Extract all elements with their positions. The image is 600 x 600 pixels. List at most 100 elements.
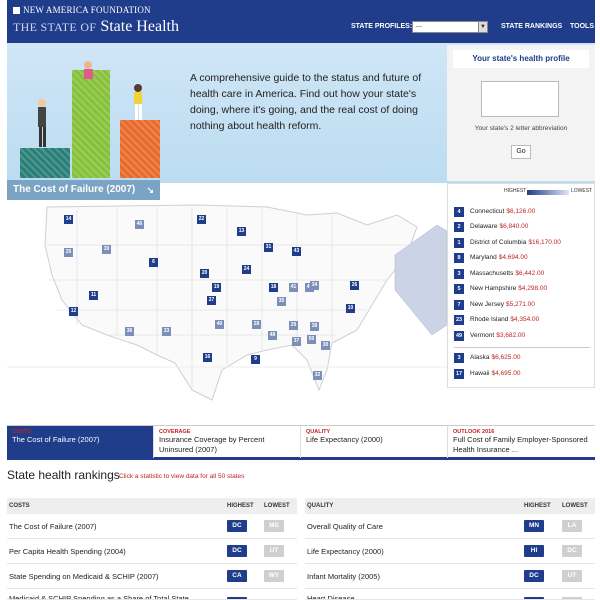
state-rank-badge[interactable]: 39	[102, 245, 111, 254]
legend-item[interactable]: 3 Alaska $6,625.00	[454, 352, 520, 364]
lowest-state-badge[interactable]: UT	[264, 545, 284, 557]
org-name: NEW AMERICA FOUNDATION	[23, 5, 151, 15]
state-rank-badge[interactable]: 31	[264, 243, 273, 252]
state-rank-badge[interactable]: 14	[64, 215, 73, 224]
legend-item[interactable]: 4 Connecticut $6,126.00	[454, 206, 535, 218]
state-rank-badge[interactable]: 12	[69, 307, 78, 316]
lowest-state-badge[interactable]: DC	[562, 545, 582, 557]
state-rank-badge[interactable]: 40	[215, 320, 224, 329]
state-rank-badge[interactable]: 18	[269, 283, 278, 292]
org-logo-icon	[13, 7, 20, 14]
nav-tools[interactable]: TOOLS	[570, 23, 594, 30]
legend-value: $6,840.00	[499, 223, 529, 230]
legend-item[interactable]: 49 Vermont $3,682.00	[454, 330, 525, 342]
legend-state: Alaska	[470, 354, 490, 361]
state-rank-badge[interactable]: 33	[162, 327, 171, 336]
highest-state-badge[interactable]: MN	[524, 520, 544, 532]
state-rank-badge[interactable]: 22	[197, 215, 206, 224]
legend-item[interactable]: 2 Delaware $6,840.00	[454, 221, 528, 233]
tab-costs[interactable]: COSTS The Cost of Failure (2007)	[7, 426, 154, 458]
state-profile-box: Your state's health profile Your state's…	[447, 45, 595, 181]
state-rank-badge[interactable]: 38	[310, 322, 319, 331]
legend-state: Maryland	[470, 254, 497, 261]
costs-col-highest: HIGHEST	[227, 503, 254, 509]
costs-row[interactable]: The Cost of Failure (2007) DC MS	[7, 514, 297, 539]
quality-row[interactable]: Heart DiseaseWVDC	[305, 589, 595, 600]
rank-badge: 4	[454, 207, 464, 217]
state-rank-badge[interactable]: 19	[212, 283, 221, 292]
state-rank-badge[interactable]: 13	[237, 227, 246, 236]
state-rank-badge[interactable]: 28	[252, 320, 261, 329]
state-rank-badge[interactable]: 25	[64, 248, 73, 257]
highest-state-badge[interactable]: HI	[524, 545, 544, 557]
lowest-state-badge[interactable]: WY	[264, 570, 284, 582]
legend-item[interactable]: 5 New Hampshire $4,298.00	[454, 283, 547, 295]
quality-row[interactable]: Overall Quality of Care MN LA	[305, 514, 595, 539]
highest-state-badge[interactable]: DC	[524, 570, 544, 582]
state-rank-badge[interactable]: 20	[200, 269, 209, 278]
state-profiles-select[interactable]: --- ▼	[412, 21, 488, 33]
legend-item[interactable]: 17 Hawaii $4,695.00	[454, 368, 520, 380]
state-rank-badge[interactable]: 10	[346, 304, 355, 313]
highest-state-badge[interactable]: CA	[227, 570, 247, 582]
legend-value: $6,126.00	[506, 208, 536, 215]
tab-outlook[interactable]: OUTLOOK 2016 Full Cost of Family Employer…	[448, 426, 595, 458]
state-rank-badge[interactable]: 48	[268, 331, 277, 340]
state-rank-badge[interactable]: 50	[307, 335, 316, 344]
state-rank-badge[interactable]: 43	[292, 247, 301, 256]
nav-state-rankings[interactable]: STATE RANKINGS	[501, 23, 562, 30]
arrow-icon: ↘	[146, 185, 154, 195]
rank-badge: 5	[454, 284, 464, 294]
legend-item[interactable]: 7 New Jersey $5,271.00	[454, 299, 535, 311]
state-abbreviation-input[interactable]	[481, 81, 559, 117]
state-rank-badge[interactable]: 41	[289, 283, 298, 292]
legend-item[interactable]: 1 District of Columbia $16,170.00	[454, 237, 561, 249]
site-title[interactable]: THE STATE OF State Health	[13, 18, 179, 36]
state-rank-badge[interactable]: 16	[203, 353, 212, 362]
org-brand[interactable]: NEW AMERICA FOUNDATION	[13, 5, 151, 15]
costs-row[interactable]: Medicaid & SCHIP Spending as a Share of …	[7, 589, 297, 600]
stat-name: Life Expectancy (2000)	[307, 547, 384, 556]
costs-col-name: COSTS	[9, 503, 30, 509]
state-rank-badge[interactable]: 34	[310, 281, 319, 290]
highest-state-badge[interactable]: DC	[227, 520, 247, 532]
map-statistic-tab[interactable]: The Cost of Failure (2007) ↘	[7, 180, 160, 200]
costs-row[interactable]: Per Capita Health Spending (2004) DC UT	[7, 539, 297, 564]
costs-row[interactable]: State Spending on Medicaid & SCHIP (2007…	[7, 564, 297, 589]
lowest-state-badge[interactable]: MS	[264, 520, 284, 532]
quality-row[interactable]: Infant Mortality (2005) DC UT	[305, 564, 595, 589]
stat-name: Medicaid & SCHIP Spending as a Share of …	[9, 594, 189, 600]
rank-badge: 7	[454, 300, 464, 310]
go-button[interactable]: Go	[511, 145, 531, 159]
legend-value: $3,682.00	[496, 332, 526, 339]
state-rank-badge[interactable]: 37	[292, 337, 301, 346]
state-rank-badge[interactable]: 36	[125, 327, 134, 336]
tab-quality[interactable]: QUALITY Life Expectancy (2000)	[301, 426, 448, 458]
quality-row[interactable]: Life Expectancy (2000) HI DC	[305, 539, 595, 564]
rank-badge: 23	[454, 315, 464, 325]
us-map[interactable]: 1446221325393143620241918114147342612273…	[7, 185, 447, 423]
highest-state-badge[interactable]: DC	[227, 545, 247, 557]
rank-badge: 3	[454, 269, 464, 279]
state-rank-badge[interactable]: 9	[251, 355, 260, 364]
lowest-state-badge[interactable]: UT	[562, 570, 582, 582]
legend-state: District of Columbia	[470, 239, 527, 246]
legend-item[interactable]: 23 Rhode Island $4,354.00	[454, 314, 539, 326]
tab-coverage[interactable]: COVERAGE Insurance Coverage by Percent Un…	[154, 426, 301, 458]
state-rank-badge[interactable]: 24	[242, 265, 251, 274]
lowest-state-badge[interactable]: LA	[562, 520, 582, 532]
state-rank-badge[interactable]: 6	[149, 258, 158, 267]
state-rank-badge[interactable]: 29	[289, 321, 298, 330]
legend-item[interactable]: 3 Massachusetts $6,442.00	[454, 268, 544, 280]
chevron-down-icon: ▼	[478, 22, 487, 32]
legend-state: Rhode Island	[470, 316, 509, 323]
state-rank-badge[interactable]: 11	[89, 291, 98, 300]
state-rank-badge[interactable]: 46	[135, 220, 144, 229]
legend-item[interactable]: 8 Maryland $4,694.00	[454, 252, 528, 264]
state-rank-badge[interactable]: 26	[350, 281, 359, 290]
state-profiles-label: STATE PROFILES:	[351, 23, 413, 30]
state-rank-badge[interactable]: 27	[207, 296, 216, 305]
state-rank-badge[interactable]: 32	[313, 371, 322, 380]
state-rank-badge[interactable]: 30	[321, 341, 330, 350]
state-rank-badge[interactable]: 35	[277, 297, 286, 306]
